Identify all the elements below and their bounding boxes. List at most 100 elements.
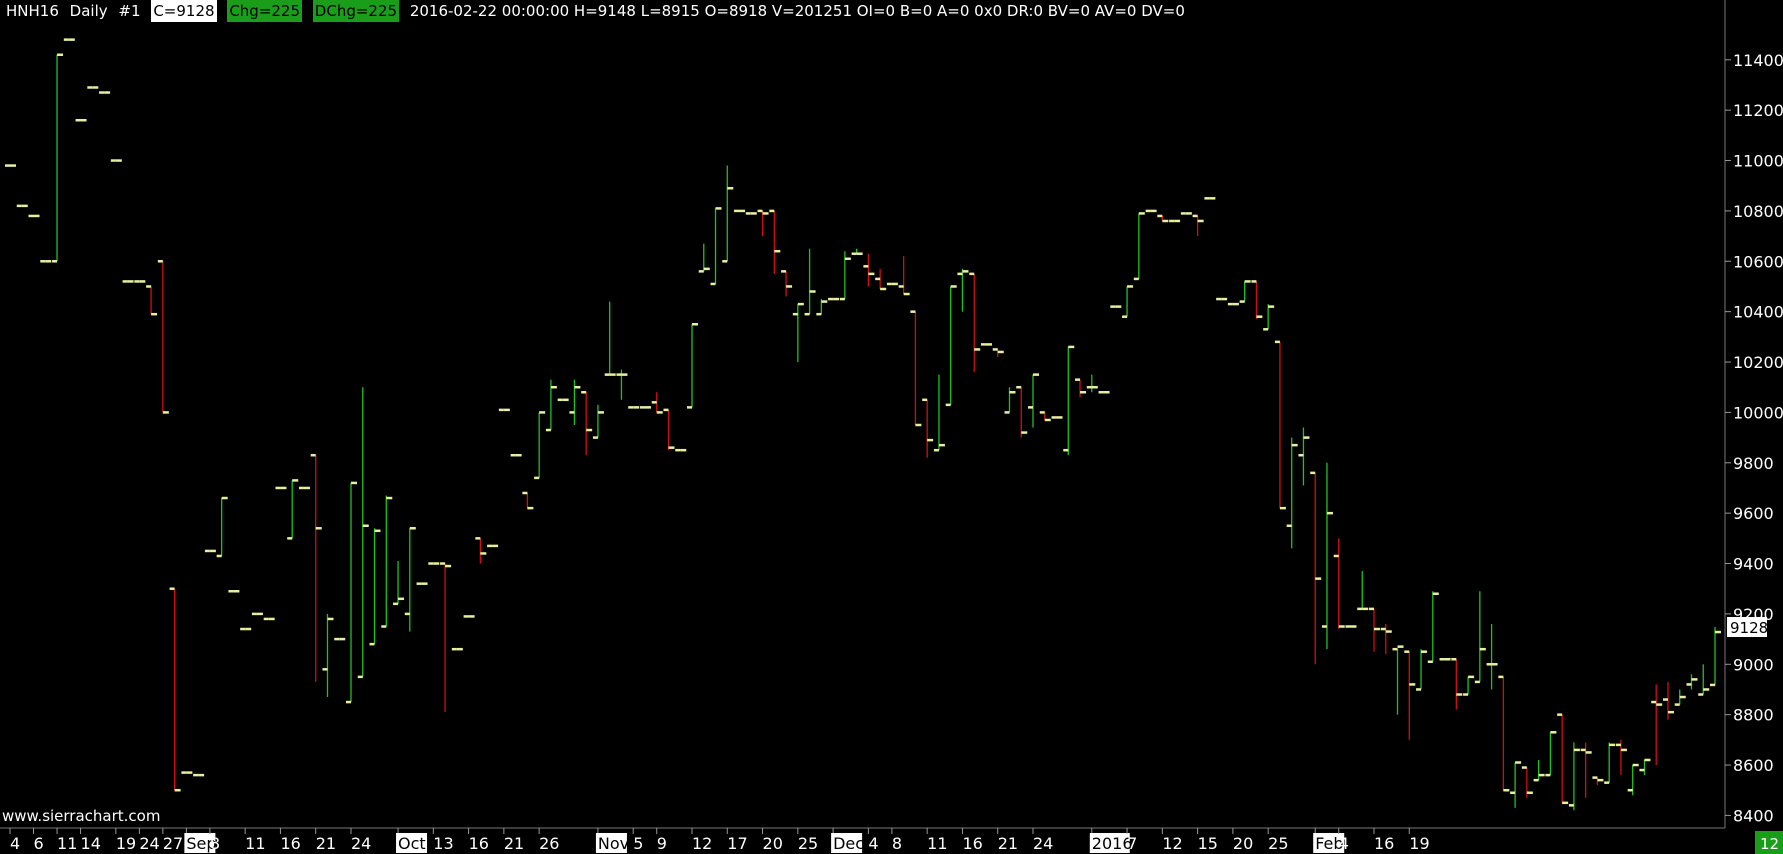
ohlc-bar: [663, 408, 675, 451]
ohlc-bar: [992, 348, 1004, 357]
x-tick: 16: [961, 828, 983, 853]
x-tick: 8: [209, 828, 220, 853]
ohlc-bar: [1298, 427, 1310, 486]
price-marker: 9128: [1727, 617, 1768, 637]
ohlc-bar: [1662, 681, 1674, 720]
x-tick: 8: [891, 828, 902, 853]
ohlc-bar: [381, 495, 393, 628]
x-tick-label: 4: [1339, 834, 1349, 853]
x-tick: 21: [315, 828, 336, 853]
ohlc-bar: [804, 248, 816, 316]
y-tick-label: 8800: [1733, 706, 1774, 725]
ohlc-bar: [1263, 304, 1275, 331]
x-tick-label: 16: [962, 834, 982, 853]
y-tick-label: 8600: [1733, 756, 1774, 775]
x-tick-label: 16: [280, 834, 300, 853]
ohlc-bar: [1192, 214, 1204, 237]
x-tick-label: 6: [34, 834, 44, 853]
ohlc-bar: [1427, 591, 1439, 664]
ohlc-bar: [1274, 340, 1286, 510]
x-tick: 20: [762, 828, 783, 853]
ohlc-bar: [1239, 280, 1251, 303]
x-tick-label: 19: [1409, 834, 1429, 853]
ohlc-bar: [1604, 742, 1616, 784]
ohlc-bar: [1063, 345, 1075, 456]
x-tick-label: 27: [163, 834, 183, 853]
ohlc-bar: [722, 165, 734, 263]
ohlc-bar: [1310, 471, 1322, 665]
ohlc-bar: [534, 411, 546, 480]
x-tick: 4: [1338, 828, 1349, 853]
ohlc-bar: [1016, 385, 1028, 438]
y-tick-label: 10600: [1733, 252, 1783, 271]
y-tick-label: 11200: [1733, 101, 1783, 120]
x-tick-label: 20: [763, 834, 783, 853]
x-tick: 19: [1408, 828, 1430, 853]
ohlc-bar: [710, 207, 722, 286]
ohlc-bar: [1557, 713, 1569, 805]
ohlc-bar: [910, 310, 922, 427]
x-tick: 15: [1197, 828, 1218, 853]
ohlc-bar: [1039, 411, 1051, 422]
ohlc-bar: [1474, 591, 1486, 684]
x-tick: 24: [1032, 828, 1053, 853]
x-tick: 4: [9, 828, 20, 853]
x-tick: 14: [80, 828, 101, 853]
corner-marker: 12: [1755, 831, 1783, 854]
x-tick-label: 21: [316, 834, 336, 853]
ohlc-bar: [1580, 742, 1592, 798]
x-tick: 16: [468, 828, 489, 853]
ohlc-bar: [616, 369, 628, 400]
x-tick-label: 25: [1268, 834, 1288, 853]
ohlc-bar: [769, 209, 781, 274]
ohlc-bar: [1651, 684, 1663, 766]
x-tick-label: 16: [1374, 834, 1394, 853]
ohlc-bar: [1698, 664, 1710, 696]
ohlc-bar: [1357, 571, 1369, 611]
x-tick-label: 21: [504, 834, 524, 853]
ohlc-bar: [898, 256, 910, 296]
x-tick-label: 8: [210, 834, 220, 853]
x-tick: 7: [1126, 828, 1137, 853]
ohlc-bar: [592, 404, 604, 439]
x-tick-label: 4: [868, 834, 878, 853]
x-tick-label: 24: [351, 834, 371, 853]
x-tick: 26: [538, 828, 559, 853]
ohlc-bar: [1674, 689, 1686, 706]
ohlc-bar: [792, 302, 804, 363]
ohlc-bar: [1639, 758, 1651, 776]
x-tick: 27: [162, 828, 183, 853]
ohlc-bar: [52, 53, 64, 263]
x-tick-label: 9: [657, 834, 667, 853]
ohlc-bar: [1392, 645, 1404, 715]
ohlc-bar: [1510, 761, 1522, 808]
ohlc-bar: [781, 270, 793, 297]
y-tick-label: 8400: [1733, 806, 1774, 825]
x-tick: 11: [56, 828, 77, 853]
x-tick: Dec: [831, 828, 864, 853]
x-tick: 12: [691, 828, 712, 853]
ohlc-bar: [1122, 285, 1134, 318]
ohlc-bar: [346, 481, 357, 704]
x-tick: 25: [797, 828, 818, 853]
x-tick-label: 11: [57, 834, 77, 853]
x-tick-label: 4: [10, 834, 20, 853]
ohlc-bar: [1333, 538, 1345, 630]
x-tick-label: 12: [1162, 834, 1182, 853]
y-tick-label: 9000: [1733, 655, 1774, 674]
x-tick: 16: [1373, 828, 1394, 853]
x-tick-label: 15: [1198, 834, 1218, 853]
ohlc-bar: [851, 248, 863, 255]
y-tick-label: 10000: [1733, 403, 1783, 422]
ohlc-chart[interactable]: 8400860088009000920094009600980010000102…: [0, 0, 1783, 854]
ohlc-bar: [945, 285, 957, 407]
x-tick-label: 21: [998, 834, 1018, 853]
ohlc-bar: [651, 392, 663, 414]
ohlc-bar: [1592, 776, 1604, 786]
ohlc-bar: [1627, 763, 1639, 796]
x-tick: 11: [926, 828, 948, 853]
ohlc-bar: [475, 537, 487, 564]
ohlc-bar: [1463, 675, 1475, 696]
ohlc-bar: [1451, 657, 1463, 710]
bar-series: [5, 38, 1721, 811]
